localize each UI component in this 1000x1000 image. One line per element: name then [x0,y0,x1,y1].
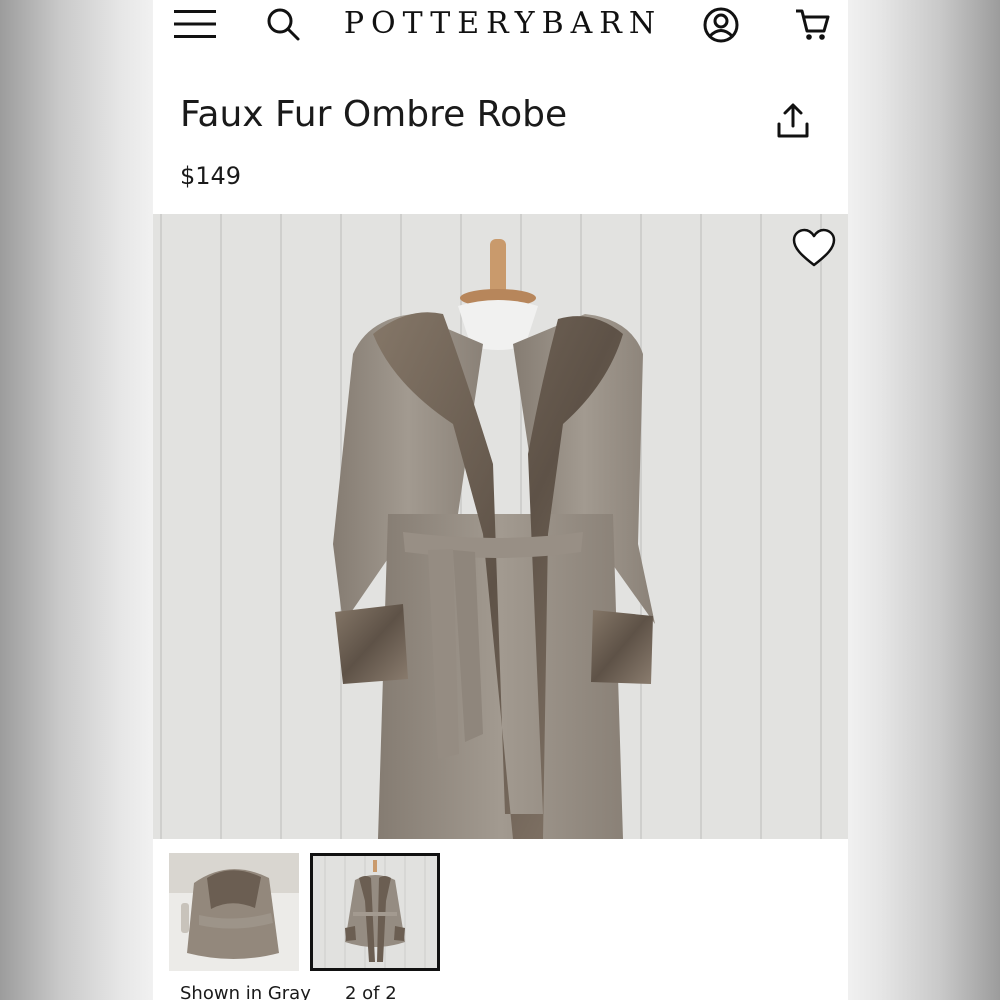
thumbnail-1[interactable] [169,853,299,971]
favorite-button[interactable] [791,227,837,269]
search-icon [267,8,300,41]
account-button[interactable] [701,3,741,45]
cart-icon [796,9,830,40]
cart-button[interactable] [793,3,831,43]
folded-robe-thumbnail [169,853,299,971]
account-icon [703,7,739,43]
main-product-image[interactable] [153,214,848,839]
robe-on-mannequin-thumbnail [313,856,437,968]
product-page: POTTERYBARN Faux Fur Ombre Robe $149 Sho… [153,0,848,1000]
site-header: POTTERYBARN [153,0,848,50]
image-counter: 2 of 2 [345,983,397,1000]
heart-icon [792,228,836,267]
share-button[interactable] [771,102,815,142]
product-price: $149 [180,162,242,190]
hamburger-menu-icon [174,10,216,38]
search-button[interactable] [263,4,303,42]
share-icon [777,103,809,138]
thumbnail-2-selected[interactable] [310,853,440,971]
robe-photo [153,214,848,839]
brand-logo[interactable]: POTTERYBARN [343,2,663,46]
product-title: Faux Fur Ombre Robe [180,94,568,135]
menu-button[interactable] [172,6,218,42]
color-caption: Shown in Gray [180,983,311,1000]
